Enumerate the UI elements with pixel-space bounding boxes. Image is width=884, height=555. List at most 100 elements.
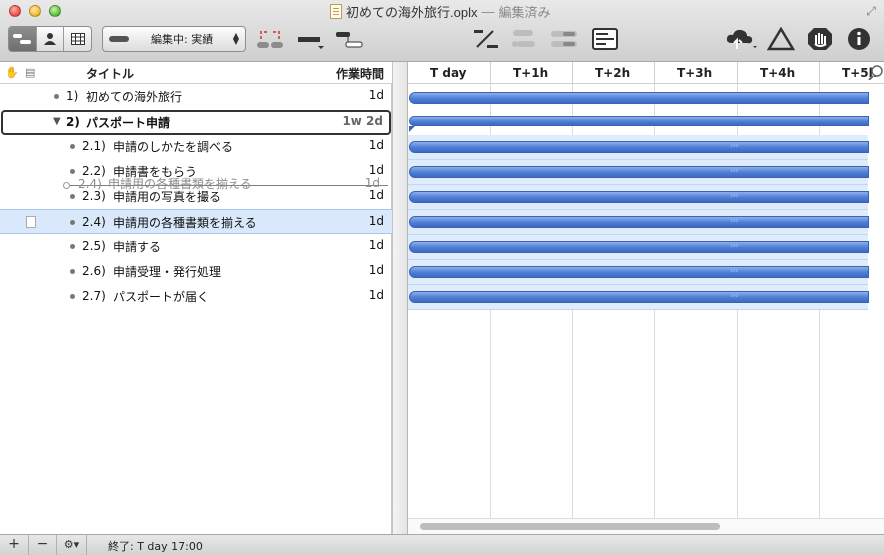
pane-splitter[interactable] — [392, 62, 408, 534]
continues-icon: ››› — [730, 266, 739, 276]
outline-header: ✋ ▤ タイトル 作業時間 — [0, 62, 392, 84]
time-column-header: T+3h — [654, 62, 737, 83]
gantt-bar[interactable]: ››› — [409, 191, 869, 203]
publish-button[interactable] — [724, 26, 758, 52]
zoom-window-button[interactable] — [49, 5, 61, 17]
task-title[interactable]: 申請受理・発行処理 — [113, 263, 221, 280]
task-title[interactable]: 初めての海外旅行 — [86, 88, 182, 105]
gantt-header: T day T+1h T+2h T+3h T+4h T+5h — [408, 62, 884, 84]
document-icon — [330, 3, 342, 19]
task-title[interactable]: 申請のしかたを調べる — [113, 138, 233, 155]
hide-show-button[interactable] — [549, 26, 579, 52]
toggle-tasks-icon — [551, 31, 577, 47]
remove-task-button[interactable]: − — [29, 535, 57, 555]
task-title[interactable]: パスポート申請 — [86, 114, 170, 131]
fullscreen-icon[interactable]: ⤢ — [864, 4, 878, 18]
popup-arrows-icon: ▲ ▼ — [232, 31, 239, 46]
gantt-bar[interactable]: ››› — [409, 216, 869, 228]
calendar-view-button[interactable] — [64, 27, 91, 51]
task-row[interactable]: 2.7) パスポートが届く 1d — [0, 284, 392, 309]
continues-icon: ››› — [730, 191, 739, 201]
task-bullet-icon — [70, 169, 75, 174]
task-row[interactable]: 2.5) 申請する 1d — [0, 234, 392, 259]
catch-up-icon — [808, 28, 832, 50]
info-button[interactable] — [844, 26, 874, 52]
task-number: 1) — [66, 89, 79, 103]
window-filename: 初めての海外旅行.oplx — [346, 4, 478, 20]
app-window: 初めての海外旅行.oplx — 編集済み ⤢ 編集中: 実績 ▲ ▼ ✋ ▤ タ… — [0, 0, 884, 555]
disconnect-tasks-button[interactable] — [509, 26, 539, 52]
task-bullet-icon — [70, 144, 75, 149]
time-column-header: T+1h — [490, 62, 572, 83]
gantt-bar[interactable]: ››› — [409, 141, 869, 153]
horizontal-scrollbar[interactable] — [408, 518, 884, 534]
gantt-bar[interactable]: ››› — [409, 291, 869, 303]
gantt-bar[interactable]: ››› — [409, 241, 869, 253]
task-duration[interactable]: 1d — [369, 288, 384, 302]
gantt-bar[interactable] — [409, 92, 869, 104]
continues-icon: ››› — [730, 291, 739, 301]
show-inspector-group-icon — [592, 28, 618, 50]
gantt-bar[interactable]: ››› — [409, 266, 869, 278]
drop-target-icon — [63, 182, 70, 189]
view-mode-control — [8, 26, 92, 52]
task-number: 2.6) — [82, 264, 106, 278]
catch-up-button[interactable] — [805, 26, 835, 52]
close-window-button[interactable] — [9, 5, 21, 17]
task-duration[interactable]: 1d — [369, 163, 384, 177]
task-duration[interactable]: 1d — [369, 214, 384, 228]
hand-column-icon[interactable]: ✋ — [5, 66, 19, 79]
show-inspector-group-button[interactable] — [590, 26, 620, 52]
group-row[interactable]: ▼ 2) パスポート申請 1w 2d — [1, 110, 391, 135]
task-title[interactable]: 申請用の各種書類を揃える — [113, 214, 257, 231]
resolve-dependencies-icon — [257, 31, 283, 48]
continues-icon: ››› — [730, 141, 739, 151]
task-row[interactable]: 2.1) 申請のしかたを調べる 1d — [0, 134, 392, 159]
time-column-header: T day — [430, 66, 467, 80]
split-task-button[interactable] — [334, 26, 364, 52]
connect-tasks-button[interactable] — [471, 26, 501, 52]
zoom-icon[interactable] — [868, 64, 884, 80]
level-resources-icon — [767, 27, 795, 51]
minimize-window-button[interactable] — [29, 5, 41, 17]
duration-column-header[interactable]: 作業時間 — [336, 65, 384, 82]
task-duration[interactable]: 1d — [369, 263, 384, 277]
task-row[interactable]: 1) 初めての海外旅行 1d — [0, 84, 392, 109]
task-title[interactable]: パスポートが届く — [113, 288, 209, 305]
action-menu-button[interactable]: ⚙▾ — [57, 535, 87, 555]
add-task-button[interactable]: + — [0, 535, 29, 555]
calendar-view-icon — [70, 33, 85, 45]
task-duration[interactable]: 1d — [369, 238, 384, 252]
note-icon[interactable] — [26, 216, 36, 228]
note-column-icon[interactable]: ▤ — [25, 66, 35, 79]
level-resources-button[interactable] — [766, 26, 796, 52]
task-number: 2.2) — [82, 164, 106, 178]
task-row-selected[interactable]: 2.4) 申請用の各種書類を揃える 1d — [0, 209, 392, 234]
gantt-chart: ››› ››› ››› ››› ››› ››› ››› — [408, 84, 884, 518]
group-bar[interactable] — [409, 116, 869, 126]
task-view-button[interactable] — [9, 27, 37, 51]
task-duration[interactable]: 1d — [369, 88, 384, 102]
disconnect-tasks-icon — [512, 30, 535, 47]
continues-icon: ››› — [730, 166, 739, 176]
window-separator: — — [481, 3, 495, 19]
resource-view-button[interactable] — [37, 27, 65, 51]
time-column-header: T+4h — [737, 62, 819, 83]
task-type-button[interactable] — [296, 26, 326, 52]
gantt-bar[interactable]: ››› — [409, 166, 869, 178]
task-duration[interactable]: 1d — [369, 138, 384, 152]
scrollbar-thumb[interactable] — [420, 523, 720, 530]
title-column-header[interactable]: タイトル — [86, 65, 134, 82]
continues-icon: ››› — [730, 241, 739, 251]
task-duration[interactable]: 1w 2d — [342, 114, 383, 128]
ghost-duration: 1d — [364, 176, 380, 190]
task-title[interactable]: 申請する — [113, 238, 161, 255]
split-task-icon — [336, 32, 363, 48]
publish-icon — [726, 29, 757, 49]
disclosure-triangle-icon[interactable]: ▼ — [53, 116, 61, 127]
task-bullet-icon — [70, 220, 75, 225]
edit-mode-popup[interactable]: 編集中: 実績 ▲ ▼ — [102, 26, 246, 52]
resolve-dependencies-button[interactable] — [255, 26, 285, 52]
task-bullet-icon — [70, 269, 75, 274]
task-row[interactable]: 2.6) 申請受理・発行処理 1d — [0, 259, 392, 284]
